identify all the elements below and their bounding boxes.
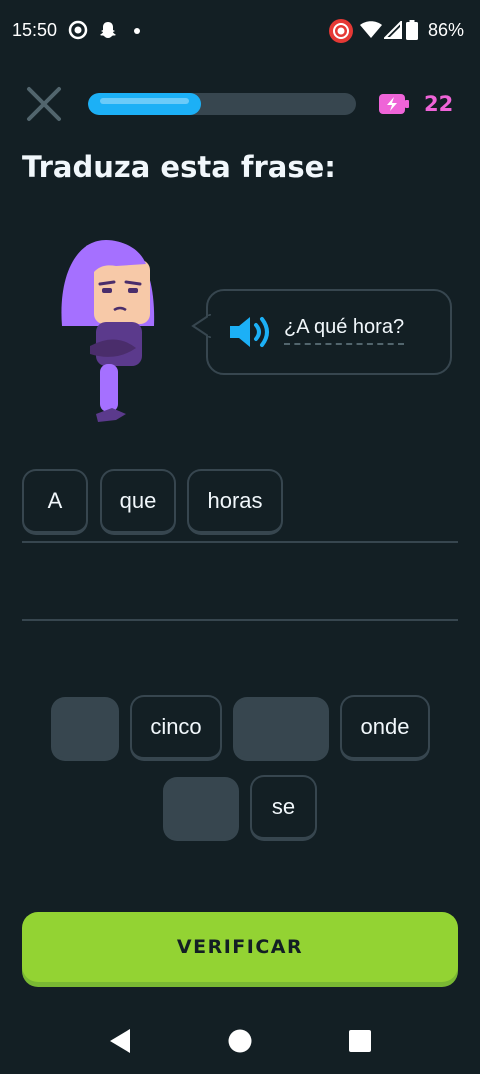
page-title: Traduza esta frase: [22, 150, 336, 184]
screen-record-icon [329, 19, 353, 43]
close-button[interactable] [24, 84, 64, 124]
battery-icon [406, 20, 418, 40]
prompt-text[interactable]: ¿A qué hora? [284, 316, 405, 345]
energy-count: 22 [424, 92, 454, 116]
answer-word-tile[interactable]: horas [187, 469, 283, 535]
battery-percent: 86% [427, 20, 464, 40]
signal-icon [384, 21, 402, 39]
snapchat-icon [100, 22, 116, 38]
progress-bar [88, 93, 356, 115]
answer-line [22, 619, 458, 621]
word-bank-slot-empty [163, 777, 239, 841]
recents-icon[interactable] [349, 1030, 371, 1052]
word-bank-slot-empty [233, 697, 329, 761]
close-icon [27, 87, 61, 121]
word-bank-tile[interactable]: cinco [130, 695, 222, 761]
answer-line [22, 541, 458, 543]
home-icon[interactable] [228, 1029, 252, 1053]
word-bank-tile[interactable]: onde [340, 695, 430, 761]
back-icon[interactable] [108, 1028, 132, 1054]
character-illustration [61, 240, 155, 422]
wifi-icon [360, 21, 382, 38]
word-bank-slot-empty [51, 697, 119, 761]
speaker-icon[interactable] [228, 313, 274, 351]
progress-fill [88, 93, 201, 115]
energy-battery-icon [379, 94, 409, 114]
answer-word-tile[interactable]: A [22, 469, 88, 535]
answer-word-tile[interactable]: que [100, 469, 176, 535]
progress-shine [100, 98, 189, 104]
settings-circle-icon [68, 20, 88, 40]
notification-dot-icon [134, 28, 140, 34]
word-bank-tile[interactable]: se [250, 775, 317, 841]
status-bar: 15:50 86% [0, 0, 480, 60]
status-time: 15:50 [12, 20, 58, 40]
speech-bubble-tail [191, 314, 211, 338]
verify-button[interactable]: VERIFICAR [22, 912, 458, 982]
